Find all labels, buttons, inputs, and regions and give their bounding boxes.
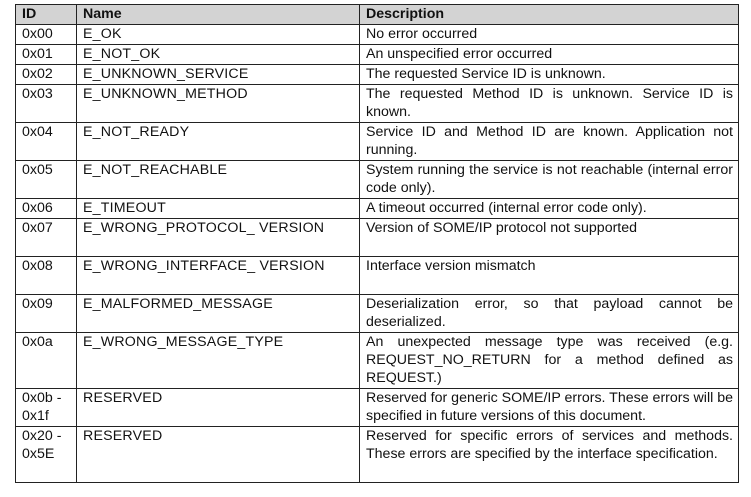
cell-error-id: 0x08: [15, 256, 77, 295]
cell-error-description: The requested Service ID is unknown.: [359, 64, 739, 85]
cell-error-name: E_MALFORMED_MESSAGE: [76, 294, 360, 333]
cell-error-description: Reserved for specific errors of services…: [359, 426, 739, 483]
cell-error-id: 0x20 - 0x5E: [15, 426, 77, 483]
cell-error-description: Deserialization error, so that payload c…: [359, 294, 739, 333]
cell-error-name: E_NOT_OK: [76, 44, 360, 65]
cell-error-name: E_WRONG_INTERFACE_ VERSION: [76, 256, 360, 295]
cell-error-description: Reserved for generic SOME/IP errors. The…: [359, 388, 739, 427]
table-row: 0x04 E_NOT_READY Service ID and Method ID …: [15, 122, 739, 161]
table-body: 0x00 E_OK No error occurred 0x01 E_NOT_OK An …: [15, 24, 739, 483]
cell-error-name: RESERVED: [76, 426, 360, 483]
column-header-name: Name: [76, 4, 360, 25]
error-code-table-container: ID Name Description 0x00 E_OK No error occ…: [15, 4, 739, 483]
table-row: 0x00 E_OK No error occurred: [15, 24, 739, 45]
table-row: 0x20 - 0x5E RESERVED Reserved for specific…: [15, 426, 739, 483]
cell-error-id: 0x09: [15, 294, 77, 333]
table-row: 0x05 E_NOT_REACHABLE System running the se…: [15, 160, 739, 199]
table-row: 0x0a E_WRONG_MESSAGE_TYPE An unexpected me…: [15, 332, 739, 389]
table-row: 0x01 E_NOT_OK An unspecified error occurre…: [15, 44, 739, 65]
cell-error-name: E_WRONG_MESSAGE_TYPE: [76, 332, 360, 389]
table-row: 0x02 E_UNKNOWN_SERVICE The requested Servi…: [15, 64, 739, 85]
table-row: 0x03 E_UNKNOWN_METHOD The requested Method…: [15, 84, 739, 123]
cell-error-name: E_NOT_READY: [76, 122, 360, 161]
cell-error-id: 0x01: [15, 44, 77, 65]
cell-error-name: E_UNKNOWN_METHOD: [76, 84, 360, 123]
cell-error-description: Service ID and Method ID are known. Appl…: [359, 122, 739, 161]
cell-error-id: 0x05: [15, 160, 77, 199]
cell-error-description: No error occurred: [359, 24, 739, 45]
cell-error-description: Version of SOME/IP protocol not supporte…: [359, 218, 739, 257]
cell-error-id: 0x06: [15, 198, 77, 219]
cell-error-description: System running the service is not reacha…: [359, 160, 739, 199]
cell-error-name: E_UNKNOWN_SERVICE: [76, 64, 360, 85]
cell-error-description: Interface version mismatch: [359, 256, 739, 295]
column-header-description: Description: [359, 4, 739, 25]
table-row: 0x09 E_MALFORMED_MESSAGE Deserialization e…: [15, 294, 739, 333]
cell-error-name: E_NOT_REACHABLE: [76, 160, 360, 199]
cell-error-description: A timeout occurred (internal error code …: [359, 198, 739, 219]
cell-error-description: An unexpected message type was received …: [359, 332, 739, 389]
cell-error-id: 0x0a: [15, 332, 77, 389]
table-row: 0x07 E_WRONG_PROTOCOL_ VERSION Version of …: [15, 218, 739, 257]
cell-error-id: 0x02: [15, 64, 77, 85]
table-header-row: ID Name Description: [15, 4, 739, 25]
cell-error-id: 0x04: [15, 122, 77, 161]
cell-error-name: E_TIMEOUT: [76, 198, 360, 219]
cell-error-description: The requested Method ID is unknown. Serv…: [359, 84, 739, 123]
cell-error-name: E_OK: [76, 24, 360, 45]
cell-error-id: 0x07: [15, 218, 77, 257]
cell-error-id: 0x03: [15, 84, 77, 123]
error-code-table: ID Name Description 0x00 E_OK No error occ…: [15, 4, 739, 483]
cell-error-name: E_WRONG_PROTOCOL_ VERSION: [76, 218, 360, 257]
table-row: 0x0b - 0x1f RESERVED Reserved for generic …: [15, 388, 739, 427]
column-header-id: ID: [15, 4, 77, 25]
table-row: 0x06 E_TIMEOUT A timeout occurred (interna…: [15, 198, 739, 219]
cell-error-description: An unspecified error occurred: [359, 44, 739, 65]
cell-error-id: 0x0b - 0x1f: [15, 388, 77, 427]
table-row: 0x08 E_WRONG_INTERFACE_ VERSION Interface …: [15, 256, 739, 295]
cell-error-name: RESERVED: [76, 388, 360, 427]
cell-error-id: 0x00: [15, 24, 77, 45]
